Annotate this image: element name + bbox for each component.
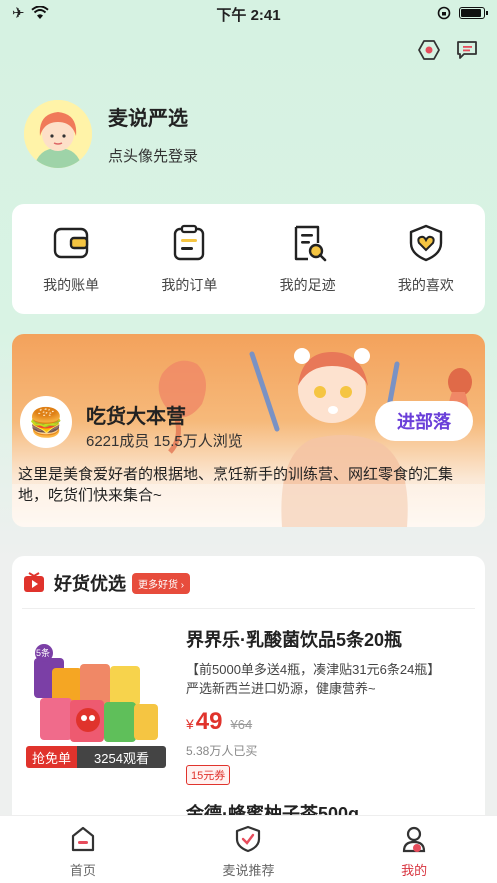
product-image[interactable]: 5条 抢免单 3254观看 <box>22 628 172 778</box>
product-title[interactable]: 界界乐·乳酸菌饮品5条20瓶 <box>186 626 475 652</box>
live-info-bar: 抢免单 3254观看 <box>26 746 166 768</box>
status-right <box>437 6 488 20</box>
original-price: ¥64 <box>230 717 253 732</box>
home-icon <box>71 826 94 852</box>
tab-recommend[interactable]: 麦说推荐 <box>188 816 308 883</box>
tab-label-profile: 我的 <box>401 863 428 878</box>
menu-card: 我的账单 我的订单 我的足迹 我的喜欢 <box>12 204 485 314</box>
menu-label-likes: 我的喜欢 <box>397 277 454 293</box>
status-left: ✈ <box>12 4 49 22</box>
wallet-icon <box>53 227 89 259</box>
burger-icon: 🍔 <box>20 396 72 448</box>
join-group-button[interactable]: 进部落 <box>375 401 473 441</box>
product-info: 界界乐·乳酸菌饮品5条20瓶 【前5000单多送4瓶，凑津贴31元6条24瓶】 … <box>186 626 475 785</box>
battery-icon <box>459 7 488 19</box>
rotation-lock-icon <box>437 6 451 20</box>
product-desc-line1: 【前5000单多送4瓶，凑津贴31元6条24瓶】 <box>186 662 441 677</box>
profile-section: 麦说严选 点头像先登录 <box>24 100 198 168</box>
tv-icon <box>24 572 44 592</box>
product-count-badge: 5条 <box>36 648 51 658</box>
message-icon[interactable] <box>455 38 479 62</box>
group-name: 吃货大本营 <box>86 406 186 428</box>
price-symbol: ¥ <box>186 716 194 732</box>
recommend-shield-icon <box>236 825 261 853</box>
price-row: ¥ 49 ¥64 <box>186 708 475 736</box>
clipboard-icon <box>174 224 205 261</box>
menu-item-likes[interactable]: 我的喜欢 <box>371 223 481 295</box>
goods-card: 好货优选 更多好货 › 5条 抢免单 3254观看 界界乐·乳酸菌饮品5条20瓶… <box>12 556 485 826</box>
product-description: 【前5000单多送4瓶，凑津贴31元6条24瓶】 严选新西兰进口奶源，健康营养~ <box>186 660 475 698</box>
price: 49 <box>195 708 223 735</box>
avatar-illustration <box>24 100 92 168</box>
username[interactable]: 麦说严选 <box>108 102 198 131</box>
buyers-count: 5.38万人已买 <box>186 744 258 758</box>
status-bar: ✈ 下午 2:41 <box>0 0 497 26</box>
menu-item-orders[interactable]: 我的订单 <box>134 223 244 295</box>
view-count: 3254观看 <box>77 746 166 768</box>
wifi-icon <box>30 6 49 19</box>
menu-label-orders: 我的订单 <box>161 277 218 293</box>
menu-item-footprint[interactable]: 我的足迹 <box>253 223 363 295</box>
login-hint[interactable]: 点头像先登录 <box>108 145 198 166</box>
tab-home[interactable]: 首页 <box>23 816 143 883</box>
group-description: 这里是美食爱好者的根据地、烹饪新手的训练营、网红零食的汇集地，吃货们快来集合~ <box>18 466 454 504</box>
status-time: 下午 2:41 <box>216 7 281 24</box>
tab-label-home: 首页 <box>69 863 96 878</box>
more-goods-button[interactable]: 更多好货 › <box>132 572 191 594</box>
goods-title: 好货优选 <box>54 574 126 594</box>
group-stats: 6221成员 15.5万人浏览 <box>86 433 243 450</box>
coupon-badge[interactable]: 15元券 <box>186 765 231 785</box>
profile-text: 麦说严选 点头像先登录 <box>108 102 198 166</box>
airplane-icon: ✈ <box>12 5 25 22</box>
tab-bar: 首页 麦说推荐 我的 <box>0 815 497 883</box>
heart-shield-icon <box>409 224 443 262</box>
tab-profile[interactable]: 我的 <box>354 816 474 883</box>
menu-label-footprint: 我的足迹 <box>279 277 336 293</box>
goods-header: 好货优选 更多好货 › <box>12 556 485 610</box>
top-icons <box>417 38 479 62</box>
profile-icon <box>403 826 426 853</box>
free-order-label[interactable]: 抢免单 <box>26 746 78 768</box>
settings-icon[interactable] <box>417 38 441 62</box>
tab-label-recommend: 麦说推荐 <box>222 863 275 878</box>
product-desc-line2: 严选新西兰进口奶源，健康营养~ <box>186 681 376 696</box>
menu-item-bill[interactable]: 我的账单 <box>16 223 126 295</box>
avatar[interactable] <box>24 100 92 168</box>
community-banner[interactable]: 🍔 吃货大本营 6221成员 15.5万人浏览 进部落 这里是美食爱好者的根据地… <box>12 334 485 527</box>
document-search-icon <box>294 225 326 262</box>
divider <box>22 608 475 609</box>
menu-label-bill: 我的账单 <box>43 277 100 293</box>
